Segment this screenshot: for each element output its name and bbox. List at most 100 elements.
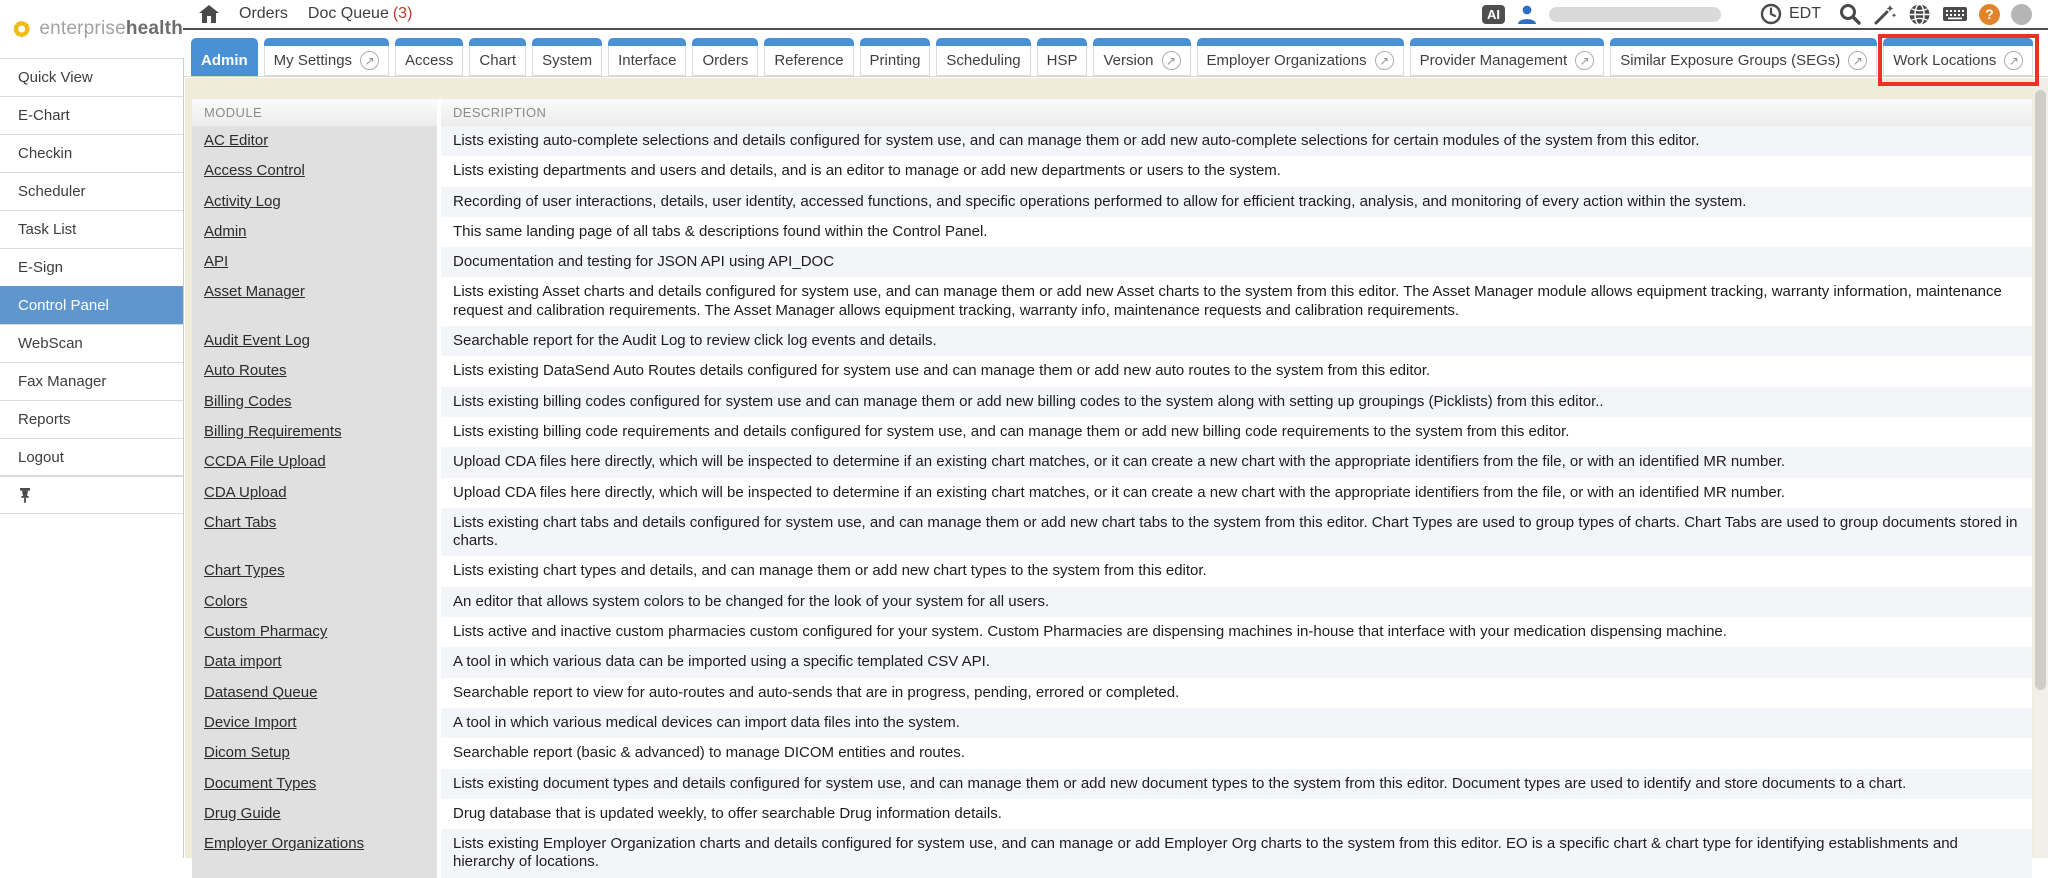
module-description: Searchable report (basic & advanced) to … — [441, 738, 2032, 768]
module-link-chart-types[interactable]: Chart Types — [204, 562, 285, 579]
module-link-access-control[interactable]: Access Control — [204, 162, 305, 179]
module-link-data-import[interactable]: Data import — [204, 653, 282, 670]
tab-reference[interactable]: Reference — [764, 38, 853, 76]
tab-admin[interactable]: Admin — [191, 38, 258, 76]
module-link-billing-codes[interactable]: Billing Codes — [204, 393, 292, 410]
scrollbar-thumb[interactable] — [2035, 90, 2046, 690]
module-link-audit-event-log[interactable]: Audit Event Log — [204, 332, 310, 349]
module-link-chart-tabs[interactable]: Chart Tabs — [204, 514, 276, 531]
tab-interface[interactable]: Interface — [608, 38, 686, 76]
sidebar-item-e-chart[interactable]: E-Chart — [0, 96, 183, 134]
redacted-username — [1549, 7, 1721, 22]
sidebar-item-reports[interactable]: Reports — [0, 400, 183, 438]
magic-wand-icon[interactable] — [1873, 2, 1897, 26]
module-link-activity-log[interactable]: Activity Log — [204, 193, 281, 210]
module-link-asset-manager[interactable]: Asset Manager — [204, 283, 305, 300]
ai-badge[interactable]: AI — [1482, 5, 1505, 24]
module-link-custom-pharmacy[interactable]: Custom Pharmacy — [204, 623, 327, 640]
tab-label: Scheduling — [946, 52, 1020, 69]
module-cell: Dicom Setup — [192, 738, 437, 768]
sidebar-item-checkin[interactable]: Checkin — [0, 134, 183, 172]
sidebar-item-label: Reports — [18, 411, 71, 428]
tab-similar-exposure-groups-segs[interactable]: Similar Exposure Groups (SEGs)↗ — [1610, 38, 1877, 76]
sidebar-item-label: Task List — [18, 221, 76, 238]
sidebar-item-logout[interactable]: Logout — [0, 438, 183, 476]
table-row: Asset ManagerLists existing Asset charts… — [192, 277, 2032, 326]
module-description: A tool in which various medical devices … — [441, 708, 2032, 738]
module-link-api[interactable]: API — [204, 253, 228, 270]
tab-provider-management[interactable]: Provider Management↗ — [1410, 38, 1605, 76]
tab-scheduling[interactable]: Scheduling — [936, 38, 1030, 76]
table-row: Document TypesLists existing document ty… — [192, 769, 2032, 799]
tab-orders[interactable]: Orders — [692, 38, 758, 76]
tab-my-settings[interactable]: My Settings↗ — [264, 38, 389, 76]
tab-accent-bar — [860, 38, 931, 46]
tab-chart[interactable]: Chart — [469, 38, 526, 76]
sidebar-item-task-list[interactable]: Task List — [0, 210, 183, 248]
sidebar-item-quick-view[interactable]: Quick View — [0, 58, 183, 96]
sidebar-item-webscan[interactable]: WebScan — [0, 324, 183, 362]
sidebar-pin-toggle[interactable] — [0, 476, 183, 514]
tab-label: Work Locations — [1893, 52, 1996, 69]
module-cell: Custom Pharmacy — [192, 617, 437, 647]
sidebar-item-control-panel[interactable]: Control Panel — [0, 286, 183, 324]
external-link-icon: ↗ — [1575, 51, 1594, 70]
module-cell: Document Types — [192, 769, 437, 799]
table-row: Access ControlLists existing departments… — [192, 156, 2032, 186]
breadcrumb-orders[interactable]: Orders — [239, 5, 288, 23]
tab-printing[interactable]: Printing — [860, 38, 931, 76]
tab-accent-bar — [264, 38, 389, 46]
clock-icon[interactable] — [1760, 3, 1782, 25]
external-link-icon: ↗ — [1162, 51, 1181, 70]
tab-label: Reference — [774, 52, 843, 69]
tab-employer-organizations[interactable]: Employer Organizations↗ — [1197, 38, 1404, 76]
sidebar-item-e-sign[interactable]: E-Sign — [0, 248, 183, 286]
module-cell: CCDA File Upload — [192, 447, 437, 477]
user-icon[interactable] — [1516, 3, 1538, 25]
help-icon[interactable]: ? — [1979, 4, 2000, 25]
module-link-auto-routes[interactable]: Auto Routes — [204, 362, 287, 379]
vertical-scrollbar[interactable] — [2033, 78, 2048, 858]
sidebar-item-label: Control Panel — [18, 297, 109, 314]
module-link-employer-organizations[interactable]: Employer Organizations — [204, 835, 364, 852]
tab-body: System — [532, 46, 602, 76]
external-link-icon: ↗ — [1848, 51, 1867, 70]
module-link-datasend-queue[interactable]: Datasend Queue — [204, 684, 317, 701]
table-header-row: MODULE DESCRIPTION — [192, 99, 2032, 126]
breadcrumb-doc-queue[interactable]: Doc Queue(3) — [308, 5, 413, 23]
table-row: ColorsAn editor that allows system color… — [192, 587, 2032, 617]
module-link-colors[interactable]: Colors — [204, 593, 247, 610]
module-cell: Chart Types — [192, 556, 437, 586]
sidebar-item-scheduler[interactable]: Scheduler — [0, 172, 183, 210]
module-description: Lists existing billing codes configured … — [441, 387, 2032, 417]
module-link-drug-guide[interactable]: Drug Guide — [204, 805, 281, 822]
module-link-device-import[interactable]: Device Import — [204, 714, 297, 731]
module-link-admin[interactable]: Admin — [204, 223, 247, 240]
tab-label: Orders — [702, 52, 748, 69]
module-description: Lists existing Employer Organization cha… — [441, 829, 2032, 878]
tab-version[interactable]: Version↗ — [1093, 38, 1190, 76]
globe-icon[interactable] — [1908, 3, 1931, 26]
module-link-cda-upload[interactable]: CDA Upload — [204, 484, 287, 501]
module-description: Upload CDA files here directly, which wi… — [441, 478, 2032, 508]
sidebar-item-label: Logout — [18, 449, 64, 466]
tab-body: Orders — [692, 46, 758, 76]
brand-ring-icon — [12, 7, 31, 51]
search-icon[interactable] — [1838, 2, 1862, 26]
tab-system[interactable]: System — [532, 38, 602, 76]
table-row: Device Import A tool in which various med… — [192, 708, 2032, 738]
module-link-billing-requirements[interactable]: Billing Requirements — [204, 423, 342, 440]
module-link-ccda-file-upload[interactable]: CCDA File Upload — [204, 453, 326, 470]
home-icon[interactable] — [199, 5, 219, 23]
module-link-ac-editor[interactable]: AC Editor — [204, 132, 268, 149]
sidebar-item-fax-manager[interactable]: Fax Manager — [0, 362, 183, 400]
module-description: Drug database that is updated weekly, to… — [441, 799, 2032, 829]
tab-access[interactable]: Access — [395, 38, 463, 76]
table-row: Data importA tool in which various data … — [192, 647, 2032, 677]
tab-accent-bar — [936, 38, 1030, 46]
module-link-document-types[interactable]: Document Types — [204, 775, 316, 792]
keyboard-icon[interactable] — [1942, 5, 1968, 23]
tab-work-locations[interactable]: Work Locations↗ — [1883, 38, 2033, 76]
tab-hsp[interactable]: HSP — [1037, 38, 1088, 76]
module-link-dicom-setup[interactable]: Dicom Setup — [204, 744, 290, 761]
